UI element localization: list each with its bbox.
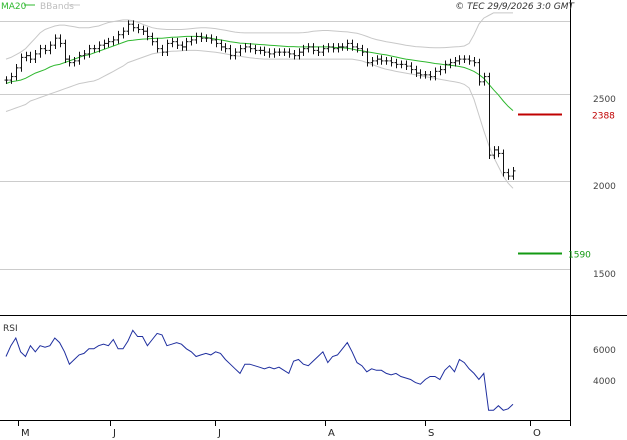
chart-frame xyxy=(0,0,627,426)
price-tick-label: 1500 xyxy=(593,270,616,280)
bollinger-bands xyxy=(5,12,514,189)
price-tick-label: 2000 xyxy=(593,182,616,192)
legend: MA20 BBands xyxy=(1,2,80,12)
axis-labels: 2500 2000 1500 6000 4000 M J J A S O xyxy=(18,95,616,439)
bb-upper-line xyxy=(5,12,513,60)
ma20-legend-label: MA20 xyxy=(1,2,27,12)
rsi-tick-label: 4000 xyxy=(593,377,616,387)
month-label: J xyxy=(112,428,116,439)
month-label: O xyxy=(533,428,541,439)
copyright-text: © TEC 29/9/2026 3:0 GMT xyxy=(455,2,575,12)
rsi-line xyxy=(5,329,514,411)
month-label: A xyxy=(328,428,335,439)
month-label: J xyxy=(217,428,221,439)
price-tick-label: 2500 xyxy=(593,95,616,105)
rsi-panel xyxy=(5,329,514,411)
resistance-label: 2388 xyxy=(592,112,615,122)
chart-panel: 2388 1590 2500 2000 1500 6000 4000 M J J A S O MA20… xyxy=(0,0,627,440)
rsi-label: RSI xyxy=(3,324,18,334)
support-label: 1590 xyxy=(568,251,591,261)
stock-chart: 2388 1590 2500 2000 1500 6000 4000 M J J A S O MA20… xyxy=(0,0,627,439)
bbands-legend-label: BBands xyxy=(40,2,74,12)
rsi-tick-label: 6000 xyxy=(593,346,616,356)
month-label: M xyxy=(21,428,30,439)
month-label: S xyxy=(428,428,434,439)
